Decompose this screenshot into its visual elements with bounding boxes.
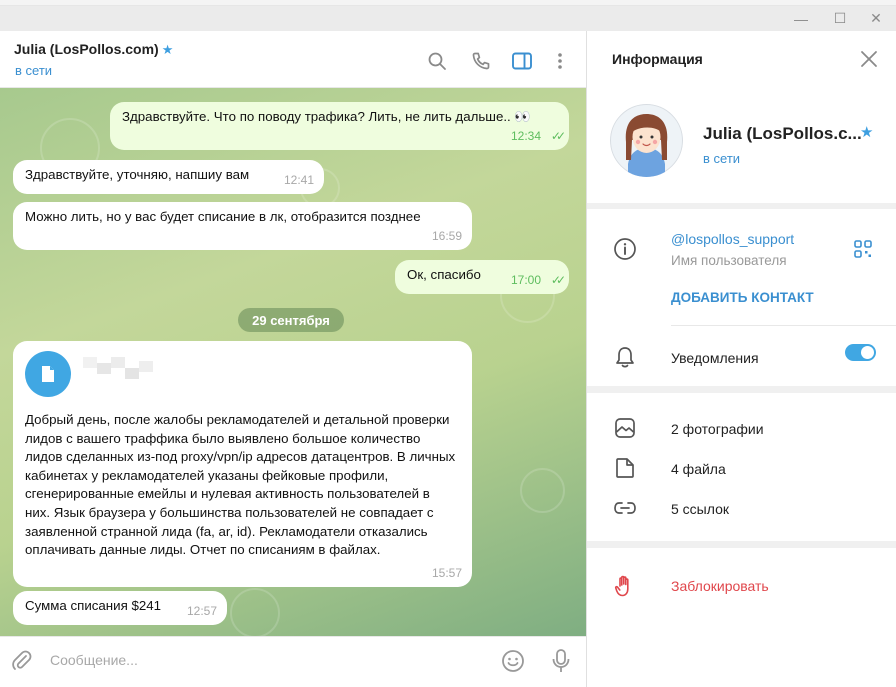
message-text: Сумма списания $241 <box>25 598 162 613</box>
message-incoming[interactable]: Можно лить, но у вас будет списание в лк… <box>13 202 472 250</box>
search-icon[interactable] <box>426 50 448 72</box>
username-label: Имя пользователя <box>671 253 787 268</box>
message-outgoing[interactable]: Ок, спасибо 17:00 ✓✓ <box>395 260 569 294</box>
phone-icon[interactable] <box>470 50 492 72</box>
shared-media-section: 2 фотографии 4 файла 5 ссылок <box>587 393 896 541</box>
message-time: 12:57 <box>186 604 217 619</box>
emoji-icon[interactable] <box>501 649 525 678</box>
info-icon <box>613 237 637 261</box>
message-time: 16:59 <box>431 229 462 244</box>
file-icon <box>613 456 637 480</box>
blurred-filename <box>111 357 125 368</box>
title-bar <box>0 6 896 31</box>
link-icon <box>613 496 637 520</box>
read-checks-icon: ✓✓ <box>550 273 566 288</box>
message-time: 17:00 <box>510 273 541 288</box>
chat-messages-area[interactable]: Здравствуйте. Что по поводу трафика? Лит… <box>0 88 586 636</box>
message-text: Здравствуйте, уточняю, напшиу вам <box>25 167 250 182</box>
message-composer <box>0 636 586 687</box>
blurred-filename <box>139 361 153 372</box>
maximize-button[interactable]: ☐ <box>820 6 860 31</box>
qr-code-icon[interactable] <box>853 239 873 264</box>
message-input[interactable] <box>50 649 450 671</box>
sidebar-toggle-icon[interactable] <box>511 50 533 72</box>
block-user-button[interactable]: Заблокировать <box>671 578 769 594</box>
date-separator: 29 сентября <box>238 308 344 332</box>
message-time: 12:34 <box>510 129 541 144</box>
message-text: Можно лить, но у вас будет списание в лк… <box>25 209 421 224</box>
message-incoming-with-file[interactable]: Добрый день, после жалобы рекламодателей… <box>13 341 472 587</box>
photos-link[interactable]: 2 фотографии <box>671 421 764 437</box>
divider <box>671 325 896 326</box>
files-link[interactable]: 4 файла <box>671 461 726 477</box>
read-checks-icon: ✓✓ <box>550 129 566 144</box>
bell-icon <box>613 345 637 369</box>
verified-star-icon: ★ <box>161 42 174 57</box>
message-incoming[interactable]: Сумма списания $241 12:57 <box>13 591 227 625</box>
toggle-knob <box>861 346 874 359</box>
add-contact-button[interactable]: ДОБАВИТЬ КОНТАКТ <box>671 290 814 305</box>
chat-title[interactable]: Julia (LosPollos.com) ★ <box>14 41 173 58</box>
notifications-toggle[interactable] <box>845 344 876 361</box>
info-panel: Информация Julia (LosPollos.c... ★ в сет… <box>586 31 896 687</box>
microphone-icon[interactable] <box>550 648 572 679</box>
file-attachment-icon[interactable] <box>25 351 71 397</box>
blurred-filename <box>83 357 97 368</box>
block-hand-icon <box>613 574 637 598</box>
message-text: Добрый день, после жалобы рекламодателей… <box>25 412 456 558</box>
message-text: Ок, спасибо <box>407 267 481 282</box>
block-section: Заблокировать <box>587 548 896 687</box>
blurred-filename <box>97 363 111 374</box>
panel-title: Информация <box>612 51 703 67</box>
attach-icon[interactable] <box>10 649 34 678</box>
links-link[interactable]: 5 ссылок <box>671 501 729 517</box>
close-panel-icon[interactable] <box>859 49 879 69</box>
message-outgoing[interactable]: Здравствуйте. Что по поводу трафика? Лит… <box>110 102 569 150</box>
more-options-icon[interactable] <box>549 50 571 72</box>
window-close-button[interactable]: ✕ <box>856 6 896 31</box>
wallpaper-doodle <box>520 468 565 513</box>
profile-section: Информация Julia (LosPollos.c... ★ в сет… <box>587 31 896 203</box>
message-text: Здравствуйте. Что по поводу трафика? Лит… <box>122 109 531 124</box>
message-time: 12:41 <box>283 173 314 188</box>
message-time: 15:57 <box>431 566 462 581</box>
avatar[interactable] <box>610 104 683 177</box>
verified-star-icon: ★ <box>860 124 874 141</box>
notifications-label: Уведомления <box>671 350 759 366</box>
profile-name: Julia (LosPollos.c... <box>703 124 862 143</box>
username-link[interactable]: @lospollos_support <box>671 231 794 247</box>
photo-icon <box>613 416 637 440</box>
chat-status: в сети <box>15 63 53 78</box>
chat-header[interactable]: Julia (LosPollos.com) ★ в сети <box>0 31 586 88</box>
message-incoming[interactable]: Здравствуйте, уточняю, напшиу вам 12:41 <box>13 160 324 194</box>
profile-status: в сети <box>703 151 741 166</box>
wallpaper-doodle <box>230 588 280 636</box>
blurred-filename <box>125 368 139 379</box>
minimize-button[interactable]: — <box>781 6 821 31</box>
